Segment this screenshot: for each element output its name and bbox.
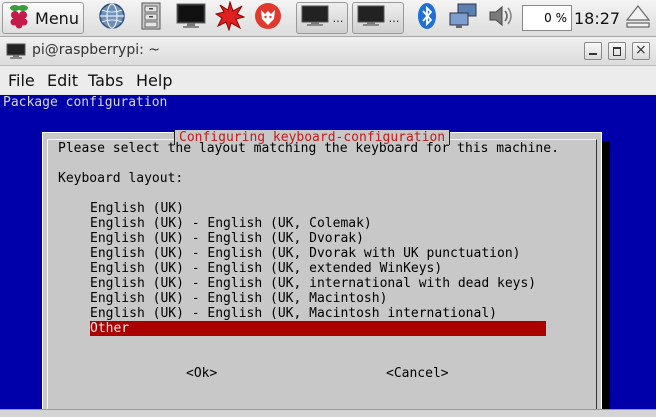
speaker-icon <box>487 3 517 33</box>
layout-option[interactable]: English (UK) <box>90 201 184 216</box>
top-panel: Menu … … 0 % 18:27 <box>0 0 656 37</box>
red-star-icon <box>214 0 246 35</box>
terminal-launcher[interactable] <box>174 2 208 34</box>
minimize-button[interactable] <box>584 42 602 60</box>
menu-tabs[interactable]: Tabs <box>88 71 123 90</box>
network-tray[interactable] <box>446 2 480 34</box>
mathematica-launcher[interactable] <box>214 0 246 35</box>
menu-edit[interactable]: Edit <box>47 71 78 90</box>
layout-option[interactable]: English (UK) - English (UK, extended Win… <box>90 261 442 276</box>
network-icon <box>448 3 478 33</box>
package-configuration-header: Package configuration <box>3 95 168 110</box>
cpu-usage-value: 0 % <box>544 11 567 25</box>
file-manager-launcher[interactable] <box>136 2 166 34</box>
keyboard-layout-label: Keyboard layout: <box>58 171 184 186</box>
ok-button[interactable]: <Ok> <box>186 366 217 381</box>
minimize-icon <box>589 53 597 55</box>
window-title: pi@raspberrypi: ~ <box>32 42 161 58</box>
bluetooth-icon <box>417 2 437 34</box>
taskbar-terminal-1[interactable]: … <box>296 2 348 34</box>
close-button[interactable]: × <box>632 42 650 60</box>
menu-button[interactable]: Menu <box>2 2 84 34</box>
eject-tray[interactable] <box>622 2 654 34</box>
menu-file[interactable]: File <box>8 71 35 90</box>
taskbar-ellipsis-2: … <box>388 11 400 25</box>
config-dialog: Configuring keyboard-configuration Pleas… <box>42 130 602 409</box>
terminal-area[interactable]: Package configuration Configuring keyboa… <box>0 95 656 409</box>
layout-option[interactable]: English (UK) - English (UK, Macintosh) <box>90 291 387 306</box>
clock[interactable]: 18:27 <box>574 2 620 34</box>
browser-launcher[interactable] <box>96 2 128 34</box>
volume-tray[interactable] <box>486 2 518 34</box>
taskbar-terminal-2[interactable]: … <box>352 2 404 34</box>
menu-label: Menu <box>35 8 79 28</box>
dialog-prompt: Please select the layout matching the ke… <box>58 141 559 156</box>
menu-help[interactable]: Help <box>136 71 172 90</box>
layout-option[interactable]: English (UK) - English (UK, Dvorak with … <box>90 246 520 261</box>
taskbar-ellipsis-1: … <box>332 11 344 25</box>
layout-option[interactable]: English (UK) - English (UK, internationa… <box>90 276 536 291</box>
monitor-icon <box>301 5 329 31</box>
wolfram-launcher[interactable] <box>252 2 284 34</box>
layout-option[interactable]: English (UK) - English (UK, Macintosh in… <box>90 306 497 321</box>
window-menubar: File Edit Tabs Help <box>0 66 656 94</box>
wolf-icon <box>253 1 283 35</box>
close-icon: × <box>635 42 647 58</box>
raspberry-icon <box>7 3 31 33</box>
monitor-icon <box>176 3 206 33</box>
maximize-icon <box>613 47 621 56</box>
layout-option[interactable]: English (UK) - English (UK, Colemak) <box>90 216 372 231</box>
file-cabinet-icon <box>140 2 162 34</box>
globe-icon <box>98 2 126 34</box>
cancel-button[interactable]: <Cancel> <box>386 366 449 381</box>
monitor-icon <box>357 5 385 31</box>
terminal-window: pi@raspberrypi: ~ × File Edit Tabs Help … <box>0 37 656 416</box>
bluetooth-tray[interactable] <box>414 2 440 34</box>
eject-icon <box>625 3 651 33</box>
layout-option[interactable]: English (UK) - English (UK, Dvorak) <box>90 231 364 246</box>
terminal-app-icon <box>6 43 26 63</box>
cpu-usage-monitor[interactable]: 0 % <box>522 5 572 31</box>
maximize-button[interactable] <box>608 42 626 60</box>
layout-option-selected[interactable]: Other <box>90 321 546 336</box>
window-titlebar[interactable]: pi@raspberrypi: ~ × <box>0 37 656 66</box>
